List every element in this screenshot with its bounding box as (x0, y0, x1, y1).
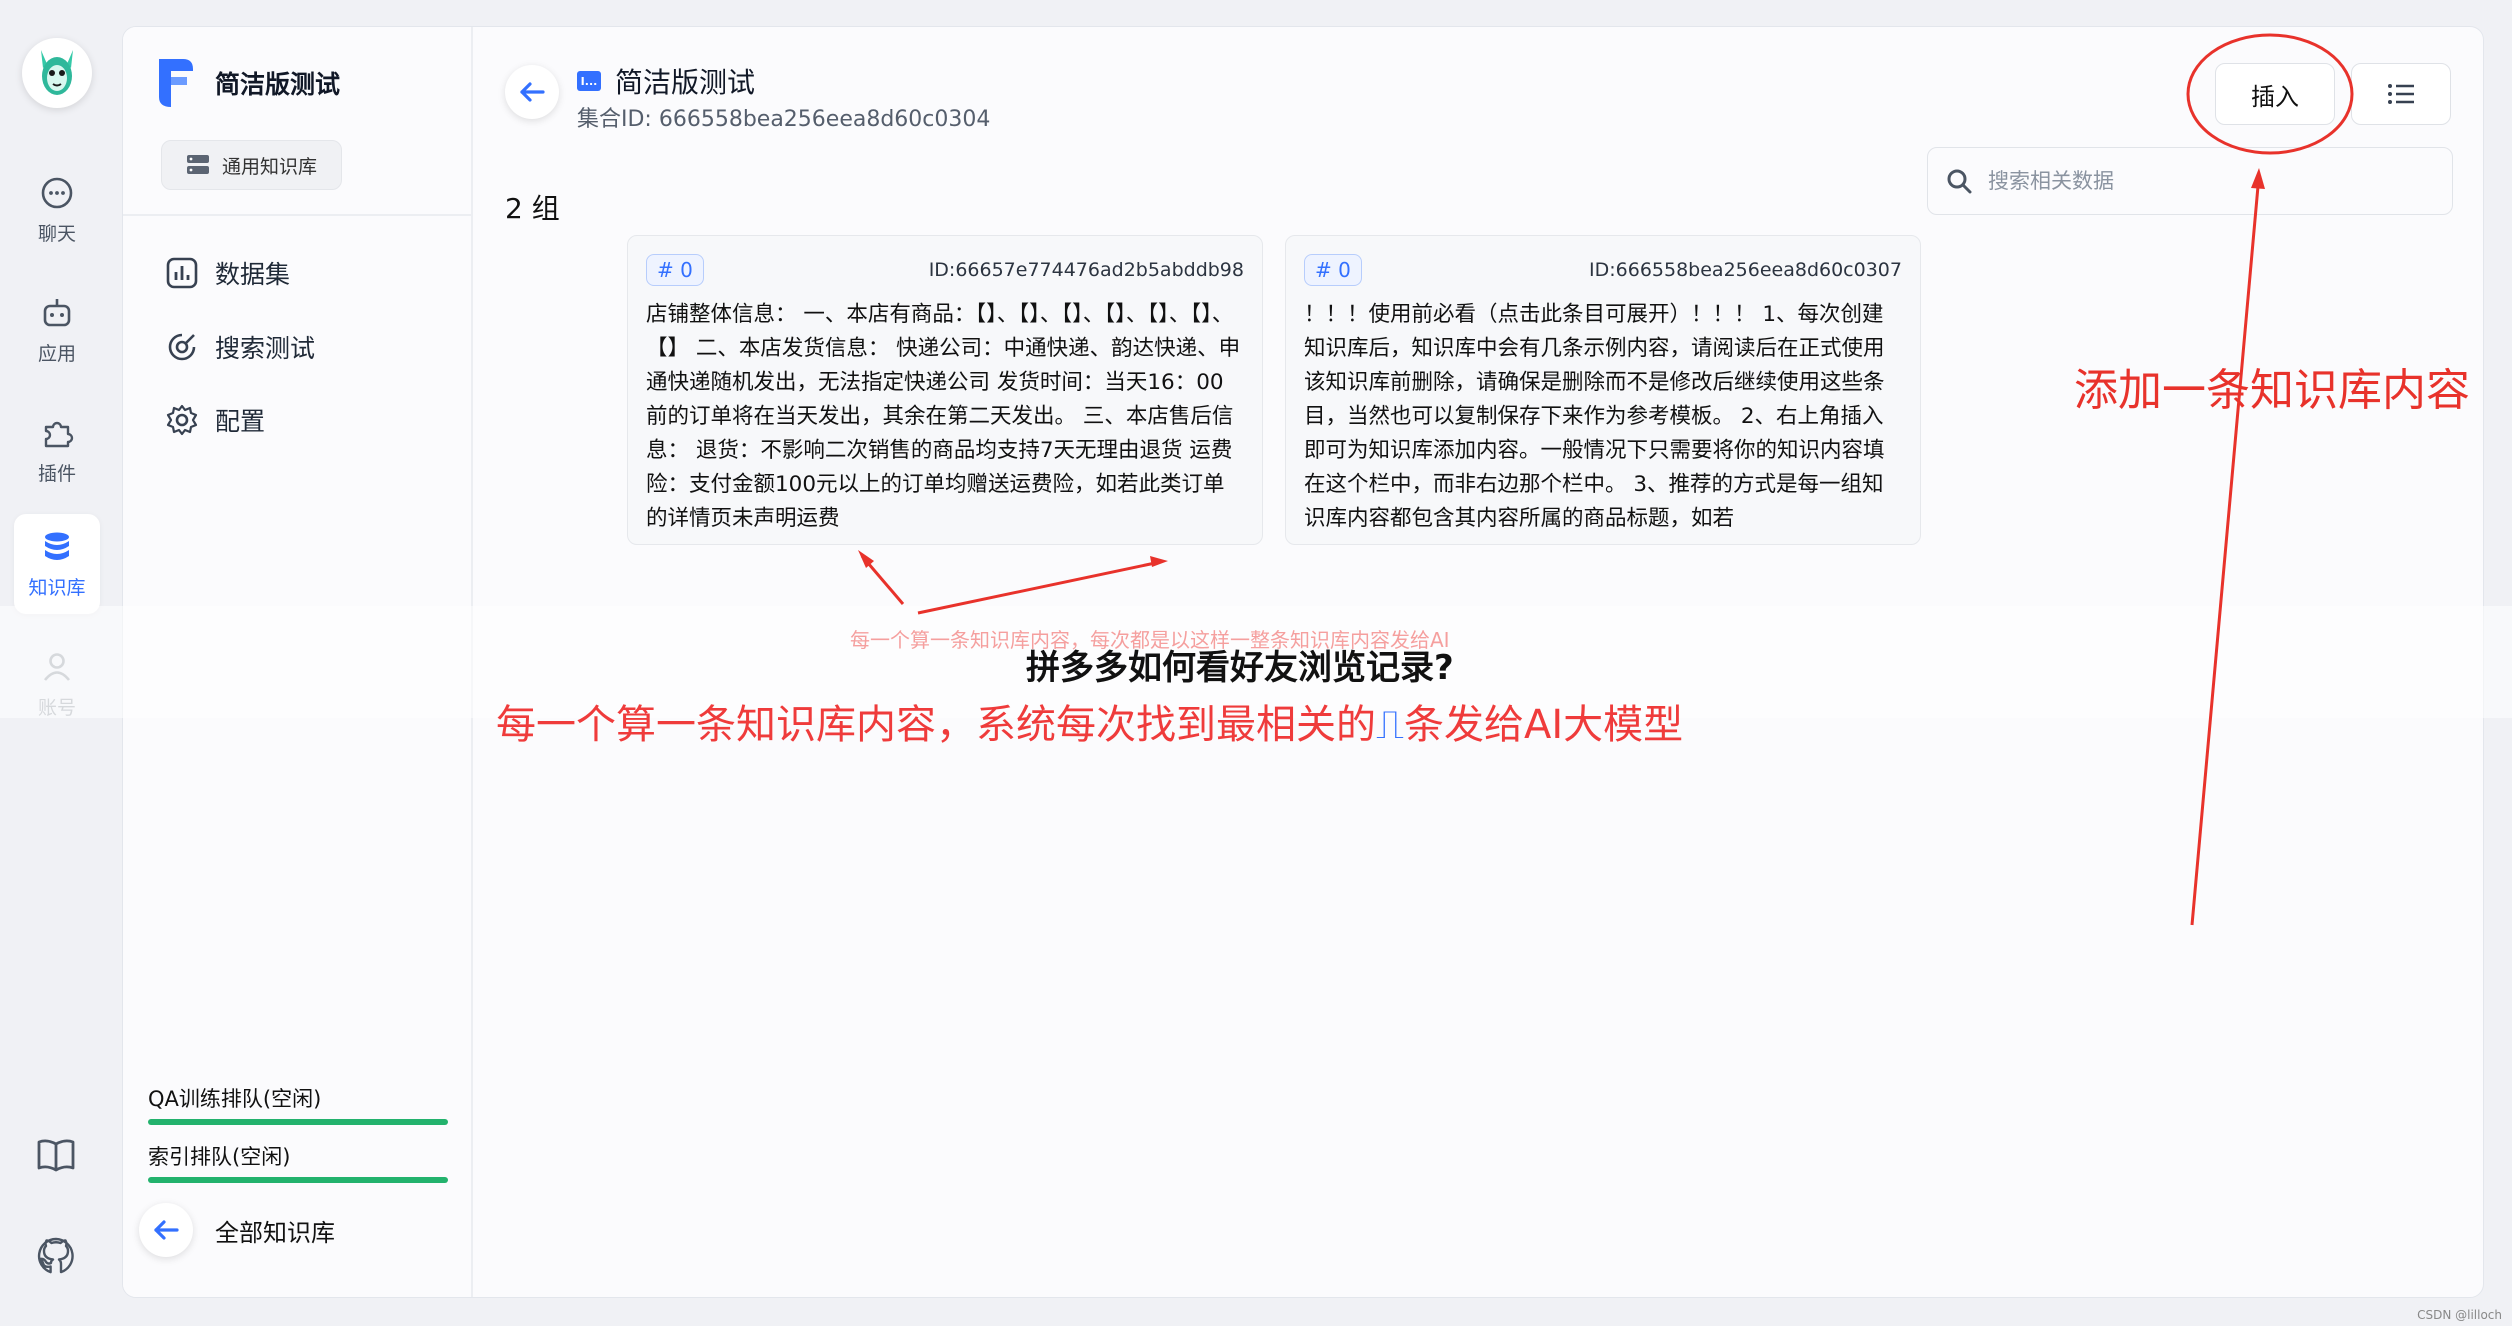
card-id: ID:66657e774476ad2b5abddb98 (928, 259, 1244, 281)
arrow-left-icon (154, 1220, 179, 1240)
menu-dataset[interactable]: 数据集 (165, 255, 290, 291)
group-count: 2 组 (505, 192, 560, 225)
back-button[interactable] (505, 65, 559, 119)
kb-type-tag: 通用知识库 (161, 140, 343, 190)
mascot-icon (41, 50, 73, 95)
all-kb-back-button[interactable] (139, 1203, 193, 1257)
data-card[interactable]: # 0 ID:66657e774476ad2b5abddb98 店铺整体信息： … (627, 235, 1263, 545)
list-view-button[interactable] (2351, 63, 2451, 125)
annotation-note-glyph: ⎍ (1376, 702, 1404, 748)
nav-knowledge-base-label: 知识库 (28, 576, 86, 599)
puzzle-icon (44, 421, 74, 447)
arrow-left-icon (520, 82, 545, 102)
server-icon (187, 155, 209, 174)
search-input[interactable] (1988, 169, 2428, 193)
nav-chat-label: 聊天 (37, 222, 76, 245)
data-card[interactable]: # 0 ID:666558bea256eea8d60c0307 ！！！使用前必看… (1285, 235, 1921, 545)
insert-button[interactable]: 插入 (2215, 63, 2335, 125)
collection-id: 集合ID: 666558bea256eea8d60c0304 (577, 107, 991, 132)
menu-dataset-label: 数据集 (215, 260, 291, 289)
menu-search-test-label: 搜索测试 (215, 334, 316, 363)
kb-logo-icon (159, 59, 193, 107)
search-test-icon (168, 333, 196, 361)
sidebar-divider (123, 214, 471, 216)
annotation-add-entry: 添加一条知识库内容 (2074, 365, 2470, 416)
overlay-title: 拼多多如何看好友浏览记录? (1026, 648, 1454, 688)
index-queue-bar (148, 1177, 448, 1183)
database-icon (45, 532, 69, 560)
collection-name: 简洁版测试 (615, 66, 756, 99)
kb-type-label: 通用知识库 (222, 155, 318, 178)
menu-search-test[interactable]: 搜索测试 (165, 329, 315, 365)
index-queue-status: 索引排队(空闲) (148, 1141, 448, 1183)
card-id: ID:666558bea256eea8d60c0307 (1589, 259, 1902, 281)
kb-header: 简洁版测试 (153, 55, 340, 111)
kb-name: 简洁版测试 (215, 70, 341, 99)
annotation-note-before: 每一个算一条知识库内容，系统每次找到最相关的 (496, 702, 1376, 748)
all-kb-link[interactable]: 全部知识库 (139, 1203, 335, 1257)
qa-queue-label: QA训练排队(空闲) (148, 1087, 322, 1111)
user-avatar[interactable] (22, 38, 92, 108)
github-icon (37, 1237, 74, 1274)
github-button[interactable] (32, 1232, 80, 1280)
card-text: ！！！使用前必看（点击此条目可展开）！！！ 1、每次创建知识库后，知识库中会有几… (1304, 302, 1885, 531)
nav-apps[interactable]: 应用 (14, 280, 100, 380)
watermark: CSDN @lilloch (2417, 1308, 2502, 1322)
card-text: 店铺整体信息： 一、本店有商品：【】、【】、【】、【】、【】、【】、【】 二、本… (646, 302, 1241, 531)
qa-queue-bar (148, 1119, 448, 1125)
card-index-badge: # 0 (1304, 254, 1362, 286)
annotation-note: 每一个算一条知识库内容，系统每次找到最相关的⎍条发给AI大模型 (496, 692, 1683, 750)
annotation-note-after: 条发给AI大模型 (1404, 702, 1684, 748)
qa-queue-status: QA训练排队(空闲) (148, 1083, 448, 1125)
collection-file-icon: I... (577, 71, 601, 91)
search-box (1927, 147, 2453, 215)
nav-knowledge-base[interactable]: 知识库 (14, 514, 100, 614)
nav-plugins-label: 插件 (37, 462, 76, 485)
index-queue-label: 索引排队(空闲) (148, 1145, 291, 1169)
card-index-badge: # 0 (646, 254, 704, 286)
menu-config-label: 配置 (215, 407, 266, 436)
nav-plugins[interactable]: 插件 (14, 400, 100, 500)
collection-title: I... 简洁版测试 (577, 61, 755, 101)
book-icon (37, 1139, 75, 1172)
all-kb-label: 全部知识库 (215, 1218, 335, 1247)
docs-button[interactable] (32, 1131, 80, 1179)
menu-config[interactable]: 配置 (165, 402, 265, 438)
list-icon (2388, 84, 2414, 104)
nav-apps-label: 应用 (37, 342, 76, 365)
nav-chat[interactable]: 聊天 (14, 160, 100, 260)
chat-icon (41, 177, 73, 208)
search-icon (1947, 169, 1972, 194)
gear-icon (166, 404, 198, 436)
robot-icon (43, 298, 71, 326)
chart-icon (166, 257, 198, 289)
